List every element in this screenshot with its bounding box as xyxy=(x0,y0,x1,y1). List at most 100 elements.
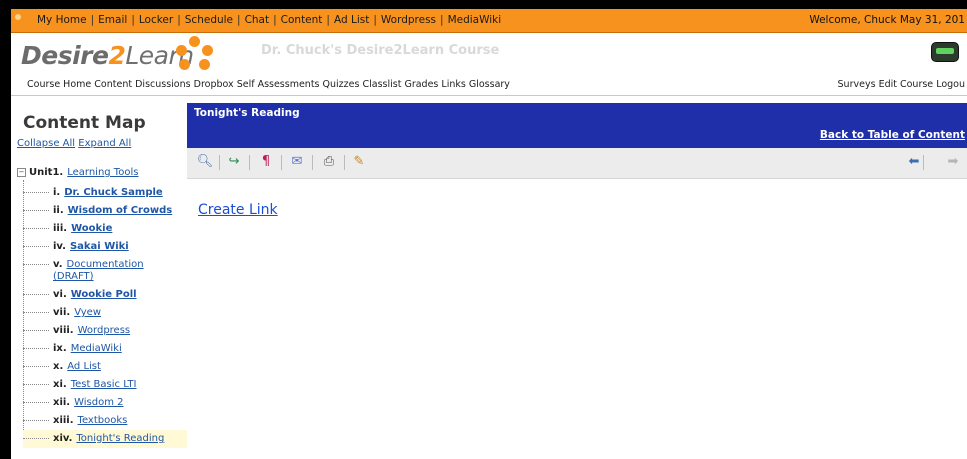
nav-classlist[interactable]: Classlist xyxy=(362,79,401,90)
device-icon[interactable] xyxy=(931,42,959,62)
nav-glossary[interactable]: Glossary xyxy=(469,79,510,90)
create-link[interactable]: Create Link xyxy=(198,202,278,218)
tree-item: xi. Test Basic LTI xyxy=(23,376,187,394)
tree-item: xii. Wisdom 2 xyxy=(23,394,187,412)
tree-item-link[interactable]: Test Basic LTI xyxy=(71,379,137,390)
tree-item: x. Ad List xyxy=(23,358,187,376)
tree-item-number: xiv. xyxy=(53,433,73,444)
top-navigation-bar: My Home | Email | Locker | Schedule | Chat | Conte… xyxy=(11,9,967,33)
tree-item: viii. Wordpress xyxy=(23,322,187,340)
nav-self-assessments[interactable]: Self Assessments xyxy=(237,79,320,90)
tree-item: i. Dr. Chuck Sample xyxy=(23,184,187,202)
bookmark-icon[interactable]: ¶ xyxy=(257,153,275,171)
tree-item-link[interactable]: Wisdom of Crowds xyxy=(68,205,173,216)
bullet-icon xyxy=(15,14,21,20)
toolbar-separator xyxy=(219,155,220,170)
nav-course-home[interactable]: Course Home xyxy=(27,79,91,90)
tree-item-link[interactable]: Ad List xyxy=(67,361,101,372)
top-link-schedule[interactable]: Schedule xyxy=(185,14,233,26)
nav-content[interactable]: Content xyxy=(94,79,132,90)
logo-text-desire: Desire xyxy=(21,41,109,70)
content-header: Tonight's Reading Back to Table of Conte… xyxy=(187,103,967,148)
tree-item-number: i. xyxy=(53,187,61,198)
unit-title-link[interactable]: Learning Tools xyxy=(67,167,138,178)
separator: | xyxy=(273,14,277,26)
logo-flower-icon xyxy=(175,36,215,72)
toolbar-separator xyxy=(249,155,250,170)
content-map-sidebar: Content Map Collapse All Expand All − Uni… xyxy=(11,96,187,459)
next-arrow-icon[interactable]: ➡ xyxy=(944,153,962,171)
tree-item: xiii. Textbooks xyxy=(23,412,187,430)
top-link-my-home[interactable]: My Home xyxy=(37,14,87,26)
top-link-ad-list[interactable]: Ad List xyxy=(334,14,369,26)
tree-item: v. Documentation (DRAFT) xyxy=(23,256,187,286)
content-tree: i. Dr. Chuck Sample ii. Wisdom of Crowds i… xyxy=(23,184,187,448)
top-link-mediawiki[interactable]: MediaWiki xyxy=(448,14,502,26)
tree-item-number: ix. xyxy=(53,343,67,354)
expand-all-link[interactable]: Expand All xyxy=(78,138,131,149)
course-title: Dr. Chuck's Desire2Learn Course xyxy=(261,43,500,58)
logo-text-2: 2 xyxy=(108,41,126,70)
tree-item-link[interactable]: MediaWiki xyxy=(71,343,122,354)
tree-item-link[interactable]: Documentation (DRAFT) xyxy=(53,259,144,282)
nav-quizzes[interactable]: Quizzes xyxy=(323,79,360,90)
separator: | xyxy=(237,14,241,26)
window: My Home | Email | Locker | Schedule | Chat | Conte… xyxy=(0,0,967,459)
course-header: Desire2Learn Dr. Chuck's Desire2Learn Co… xyxy=(11,33,967,96)
comment-icon[interactable]: ✉ xyxy=(288,153,306,171)
tree-item-number: iii. xyxy=(53,223,68,234)
tree-item-link[interactable]: Wisdom 2 xyxy=(74,397,123,408)
nav-discussions[interactable]: Discussions xyxy=(135,79,190,90)
toolbar-separator xyxy=(312,155,313,170)
tree-controls: Collapse All Expand All xyxy=(17,138,131,149)
content-toolbar: 🔍︎ ↪ ¶ ✉ ⎙ ✎ ⬅ ➡ xyxy=(187,148,967,179)
unit-label: Unit1. xyxy=(29,167,64,178)
separator: | xyxy=(326,14,330,26)
previous-arrow-icon[interactable]: ⬅ xyxy=(905,153,923,171)
tree-item-link[interactable]: Tonight's Reading xyxy=(76,433,164,444)
nav-edit-course[interactable]: Edit Course xyxy=(879,79,934,90)
tree-item: ii. Wisdom of Crowds xyxy=(23,202,187,220)
tree-item-number: xi. xyxy=(53,379,67,390)
top-link-email[interactable]: Email xyxy=(98,14,127,26)
tree-item-number: v. xyxy=(53,259,63,270)
nav-surveys[interactable]: Surveys xyxy=(838,79,876,90)
top-link-wordpress[interactable]: Wordpress xyxy=(381,14,436,26)
tree-item-link[interactable]: Sakai Wiki xyxy=(70,241,129,252)
tree-item-link[interactable]: Textbooks xyxy=(78,415,128,426)
nav-links[interactable]: Links xyxy=(441,79,465,90)
edit-pencil-icon[interactable]: ✎ xyxy=(350,153,368,171)
tree-item-selected: xiv. Tonight's Reading xyxy=(23,430,187,448)
top-links: My Home | Email | Locker | Schedule | Chat | Conte… xyxy=(37,14,501,26)
top-link-locker[interactable]: Locker xyxy=(139,14,173,26)
separator: | xyxy=(131,14,135,26)
topic-title: Tonight's Reading xyxy=(194,107,300,119)
tree-item-link[interactable]: Vyew xyxy=(74,307,101,318)
tree-item-link[interactable]: Wookie xyxy=(71,223,112,234)
nav-logout[interactable]: Logou xyxy=(936,79,965,90)
top-link-content[interactable]: Content xyxy=(281,14,323,26)
nav-grades[interactable]: Grades xyxy=(404,79,438,90)
tree-item: iv. Sakai Wiki xyxy=(23,238,187,256)
top-link-chat[interactable]: Chat xyxy=(245,14,270,26)
tree-item-number: iv. xyxy=(53,241,66,252)
course-navbar-right: Surveys Edit Course Logou xyxy=(838,79,965,90)
tree-item-number: vi. xyxy=(53,289,67,300)
collapse-all-link[interactable]: Collapse All xyxy=(17,138,75,149)
collapse-toggle-icon[interactable]: − xyxy=(17,167,26,177)
print-icon[interactable]: ⎙ xyxy=(320,153,338,171)
tree-item-link[interactable]: Wookie Poll xyxy=(71,289,137,300)
tree-item: ix. MediaWiki xyxy=(23,340,187,358)
nav-dropbox[interactable]: Dropbox xyxy=(194,79,234,90)
zoom-icon[interactable]: 🔍︎ xyxy=(196,153,214,171)
back-to-toc-link[interactable]: Back to Table of Content xyxy=(820,129,965,141)
tree-item-number: viii. xyxy=(53,325,74,336)
tree-item-link[interactable]: Dr. Chuck Sample xyxy=(64,187,162,198)
export-icon[interactable]: ↪ xyxy=(225,153,243,171)
toolbar-separator xyxy=(923,155,924,170)
tree-item: vii. Vyew xyxy=(23,304,187,322)
unit-node: − Unit1. Learning Tools xyxy=(17,167,138,178)
separator: | xyxy=(90,14,95,26)
toolbar-separator xyxy=(281,155,282,170)
tree-item-link[interactable]: Wordpress xyxy=(78,325,131,336)
